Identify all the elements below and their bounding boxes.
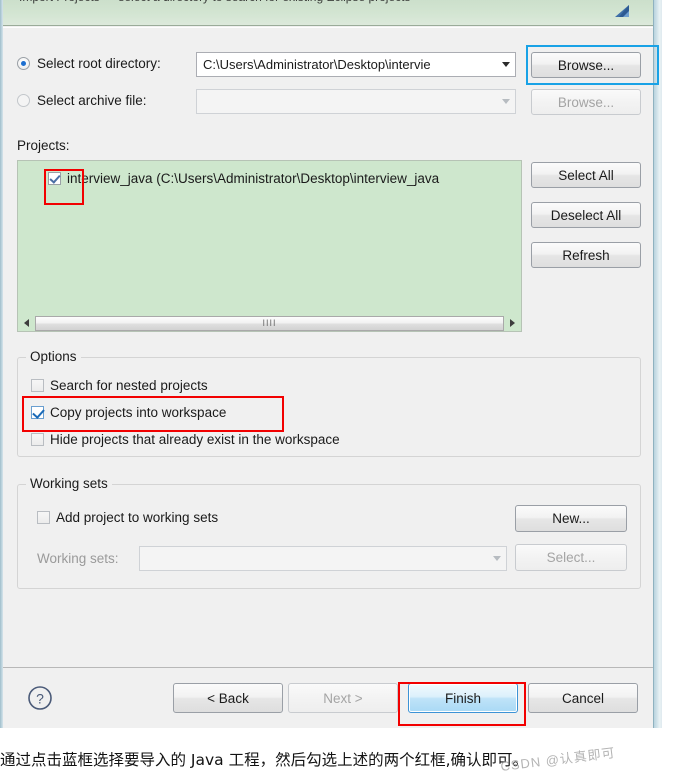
dialog-footer: ? < Back Next > Finish Cancel (3, 667, 653, 728)
wizard-banner: Import Projects — select a directory to … (3, 0, 653, 26)
screenshot-root: Import Projects — select a directory to … (0, 0, 678, 779)
hide-existing-projects-label: Hide projects that already exist in the … (50, 432, 340, 447)
archive-file-combo (196, 89, 516, 114)
copy-projects-into-workspace-label: Copy projects into workspace (50, 405, 227, 420)
triangle-left-icon (24, 319, 29, 327)
options-group-title: Options (26, 349, 81, 364)
archive-file-dropdown-arrow (496, 90, 515, 113)
refresh-button[interactable]: Refresh (531, 242, 641, 268)
scroll-left-arrow-icon[interactable] (18, 315, 35, 331)
chevron-down-icon (492, 556, 501, 561)
root-directory-value[interactable]: C:\Users\Administrator\Desktop\intervie (197, 57, 496, 72)
add-project-to-working-sets-checkbox[interactable] (37, 511, 50, 524)
help-question-icon[interactable]: ? (27, 685, 53, 711)
finish-button[interactable]: Finish (408, 683, 518, 713)
wizard-page: Select root directory: C:\Users\Administ… (3, 27, 653, 667)
scrollbar-track[interactable]: IIII (35, 315, 504, 331)
working-sets-group: Working sets (17, 476, 641, 589)
root-directory-combo[interactable]: C:\Users\Administrator\Desktop\intervie (196, 52, 516, 77)
hide-existing-projects-checkbox[interactable] (31, 433, 44, 446)
projects-list[interactable]: interview_java (C:\Users\Administrator\D… (17, 160, 522, 332)
archive-browse-button: Browse... (531, 89, 641, 115)
deselect-all-button[interactable]: Deselect All (531, 202, 641, 228)
project-label: interview_java (C:\Users\Administrator\D… (67, 171, 440, 186)
triangle-right-icon (510, 319, 515, 327)
add-project-to-working-sets-row[interactable]: Add project to working sets (37, 510, 218, 525)
scrollbar-thumb[interactable]: IIII (35, 315, 504, 331)
projects-horizontal-scrollbar[interactable]: IIII (18, 315, 521, 331)
import-projects-dialog: Import Projects — select a directory to … (0, 0, 662, 728)
select-working-set-button: Select... (515, 544, 627, 571)
root-directory-radio-dot[interactable] (17, 57, 30, 70)
archive-file-radio-dot[interactable] (17, 94, 30, 107)
next-button: Next > (288, 683, 398, 713)
search-nested-projects-label: Search for nested projects (50, 378, 208, 393)
working-sets-group-title: Working sets (26, 476, 112, 491)
list-item[interactable]: interview_java (C:\Users\Administrator\D… (48, 171, 439, 186)
working-sets-label: Working sets: (37, 551, 119, 566)
window-right-edge (653, 0, 662, 728)
svg-text:?: ? (36, 691, 44, 707)
working-sets-dropdown-arrow (487, 547, 506, 570)
new-working-set-button[interactable]: New... (515, 505, 627, 532)
hide-existing-projects-checkbox-row[interactable]: Hide projects that already exist in the … (31, 432, 340, 447)
import-wizard-icon (609, 2, 635, 24)
root-browse-button[interactable]: Browse... (531, 52, 641, 78)
select-root-directory-radio[interactable]: Select root directory: (17, 56, 161, 71)
root-directory-dropdown-arrow[interactable] (496, 53, 515, 76)
scroll-right-arrow-icon[interactable] (504, 315, 521, 331)
working-sets-combo (139, 546, 507, 571)
add-project-to-working-sets-label: Add project to working sets (56, 510, 219, 525)
back-button[interactable]: < Back (173, 683, 283, 713)
select-all-button[interactable]: Select All (531, 162, 641, 188)
select-archive-file-label: Select archive file: (37, 93, 147, 108)
search-nested-projects-checkbox[interactable] (31, 379, 44, 392)
project-checkbox[interactable] (48, 172, 61, 185)
copy-projects-into-workspace-checkbox[interactable] (31, 406, 44, 419)
wizard-banner-title: Import Projects — select a directory to … (19, 0, 410, 4)
select-root-directory-label: Select root directory: (37, 56, 161, 71)
chevron-down-icon (501, 99, 510, 104)
cancel-button[interactable]: Cancel (528, 683, 638, 713)
projects-label: Projects: (17, 138, 70, 153)
select-archive-file-radio[interactable]: Select archive file: (17, 93, 147, 108)
scrollbar-grip: IIII (262, 318, 277, 328)
search-nested-projects-checkbox-row[interactable]: Search for nested projects (31, 378, 208, 393)
copy-projects-checkbox-row[interactable]: Copy projects into workspace (31, 405, 226, 420)
chevron-down-icon (501, 62, 510, 67)
